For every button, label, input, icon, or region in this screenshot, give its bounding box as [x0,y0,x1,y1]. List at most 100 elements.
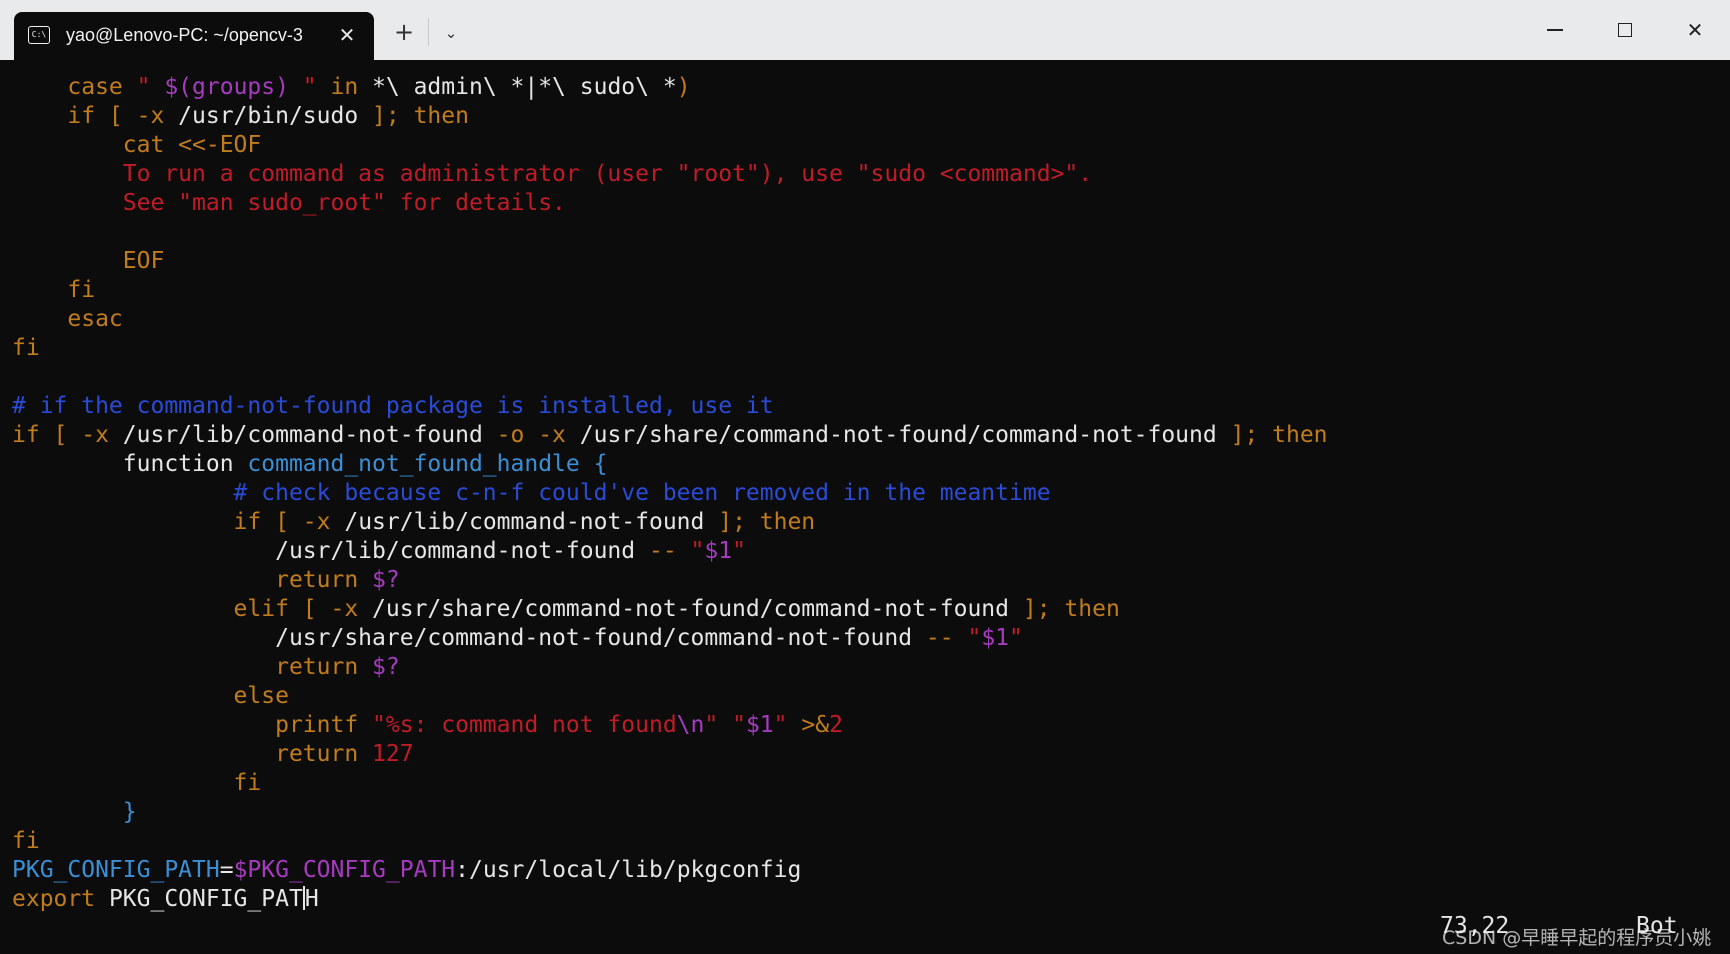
code-token: "%s: command not found [372,712,677,738]
code-token: /usr/share/command-not-found/command-not… [12,625,913,651]
code-token: /usr/lib/command-not-found [344,509,705,535]
code-token: else [12,683,289,709]
code-line: # check because c-n-f could've been remo… [12,479,1328,508]
code-line: printf "%s: command not found\n" "$1" >&… [12,711,1328,740]
tab-close-icon[interactable]: ✕ [332,20,362,50]
close-button[interactable]: ✕ [1660,0,1730,60]
code-token: case [12,74,137,100]
code-token: return [12,741,373,767]
code-token: " [136,74,165,100]
code-token: fi [12,335,40,361]
code-line: /usr/lib/command-not-found -- "$1" [12,537,1328,566]
code-line: } [12,798,1328,827]
code-token: See "man sudo_root" for details. [12,190,566,216]
code-token: /usr/share/command-not-found/command-not… [372,596,1010,622]
code-token: $? [372,567,400,593]
code-token: function [12,451,248,477]
terminal-icon: C:\ [28,26,50,44]
code-token: 2 [829,712,843,738]
code-token: $1 [745,712,774,738]
code-line: EOF [12,247,1328,276]
code-token: elif [ -x [12,596,373,622]
code-line: fi [12,769,1328,798]
code-line: if [ -x /usr/lib/command-not-found ]; th… [12,508,1328,537]
code-token: if [ -x [12,103,179,129]
code-line: fi [12,276,1328,305]
code-token: -o -x [482,422,580,448]
code-line: return $? [12,566,1328,595]
code-line: export PKG_CONFIG_PATH [12,885,1328,914]
code-line: /usr/share/command-not-found/command-not… [12,624,1328,653]
code-token: /usr/lib/command-not-found [122,422,483,448]
code-token: $(groups) [164,74,289,100]
maximize-icon [1618,23,1632,37]
code-token: -- [912,625,968,651]
code-line: if [ -x /usr/lib/command-not-found -o -x… [12,421,1328,450]
tab-separator [428,18,429,46]
code-token: \n [676,712,705,738]
code-line: return 127 [12,740,1328,769]
code-token: $1 [981,625,1010,651]
maximize-button[interactable] [1590,0,1660,60]
code-token: /usr/share/command-not-found/command-not… [579,422,1217,448]
code-token: >& [801,712,830,738]
code-token: :/usr/local/lib/pkgconfig [455,857,802,883]
code-token: /usr/lib/command-not-found [12,538,636,564]
code-token: return [12,654,373,680]
code-token: # check because c-n-f could've been remo… [12,480,1051,506]
code-token: " [1009,625,1023,651]
code-token: H [304,886,319,912]
code-token: " [967,625,982,651]
tab-terminal[interactable]: C:\ yao@Lenovo-PC: ~/opencv-3 ✕ [14,12,374,60]
code-token: esac [12,306,123,332]
code-line: PKG_CONFIG_PATH=$PKG_CONFIG_PATH:/usr/lo… [12,856,1328,885]
code-token: " [773,712,788,738]
code-token: if [ -x [12,509,345,535]
code-line: fi [12,334,1328,363]
minimize-button[interactable] [1520,0,1590,60]
title-bar: C:\ yao@Lenovo-PC: ~/opencv-3 ✕ + ⌄ ✕ [0,0,1730,60]
tab-dropdown-button[interactable]: ⌄ [436,18,466,48]
code-line: To run a command as administrator (user … [12,160,1328,189]
code-line: elif [ -x /usr/share/command-not-found/c… [12,595,1328,624]
code-token: " [288,74,317,100]
code-token: # if the command-not-found package is in… [12,393,774,419]
code-token: ) [676,74,691,100]
code-token: /usr/bin/sudo [178,103,359,129]
code-token: To run a command as administrator (user … [12,161,1093,187]
code-line: function command_not_found_handle { [12,450,1328,479]
code-token: ]; then [704,509,816,535]
code-token: return [12,567,373,593]
code-token: " [690,538,705,564]
code-token: fi [12,770,262,796]
code-token: EOF [12,248,165,274]
code-token: 127 [372,741,414,767]
terminal-viewport[interactable]: case " $(groups) " in *\ admin\ *|*\ sud… [0,60,1730,954]
code-token: " [732,538,746,564]
code-token: } [12,799,137,825]
code-token: " [732,712,746,738]
vim-buffer[interactable]: case " $(groups) " in *\ admin\ *|*\ sud… [12,73,1328,914]
code-token: PKG_CONFIG_PAT [108,886,303,912]
code-token: ]; then [358,103,469,129]
code-token: $1 [704,538,733,564]
code-token: if [ -x [12,422,123,448]
code-line: esac [12,305,1328,334]
code-line: fi [12,827,1328,856]
code-line: # if the command-not-found package is in… [12,392,1328,421]
close-icon: ✕ [1686,18,1704,42]
code-line: return $? [12,653,1328,682]
code-token: cat <<-EOF [12,132,262,158]
new-tab-button[interactable]: + [388,16,420,48]
code-token: $PKG_CONFIG_PATH [233,857,456,883]
code-token: fi [12,828,40,854]
watermark: CSDN @早睡早起的程序员小姚 [1442,927,1712,949]
code-token: command_not_found_handle { [247,451,608,477]
minimize-icon [1547,29,1563,31]
code-token: fi [12,277,96,303]
code-token: PKG_CONFIG_PATH [12,857,220,883]
code-token: ]; then [1009,596,1120,622]
